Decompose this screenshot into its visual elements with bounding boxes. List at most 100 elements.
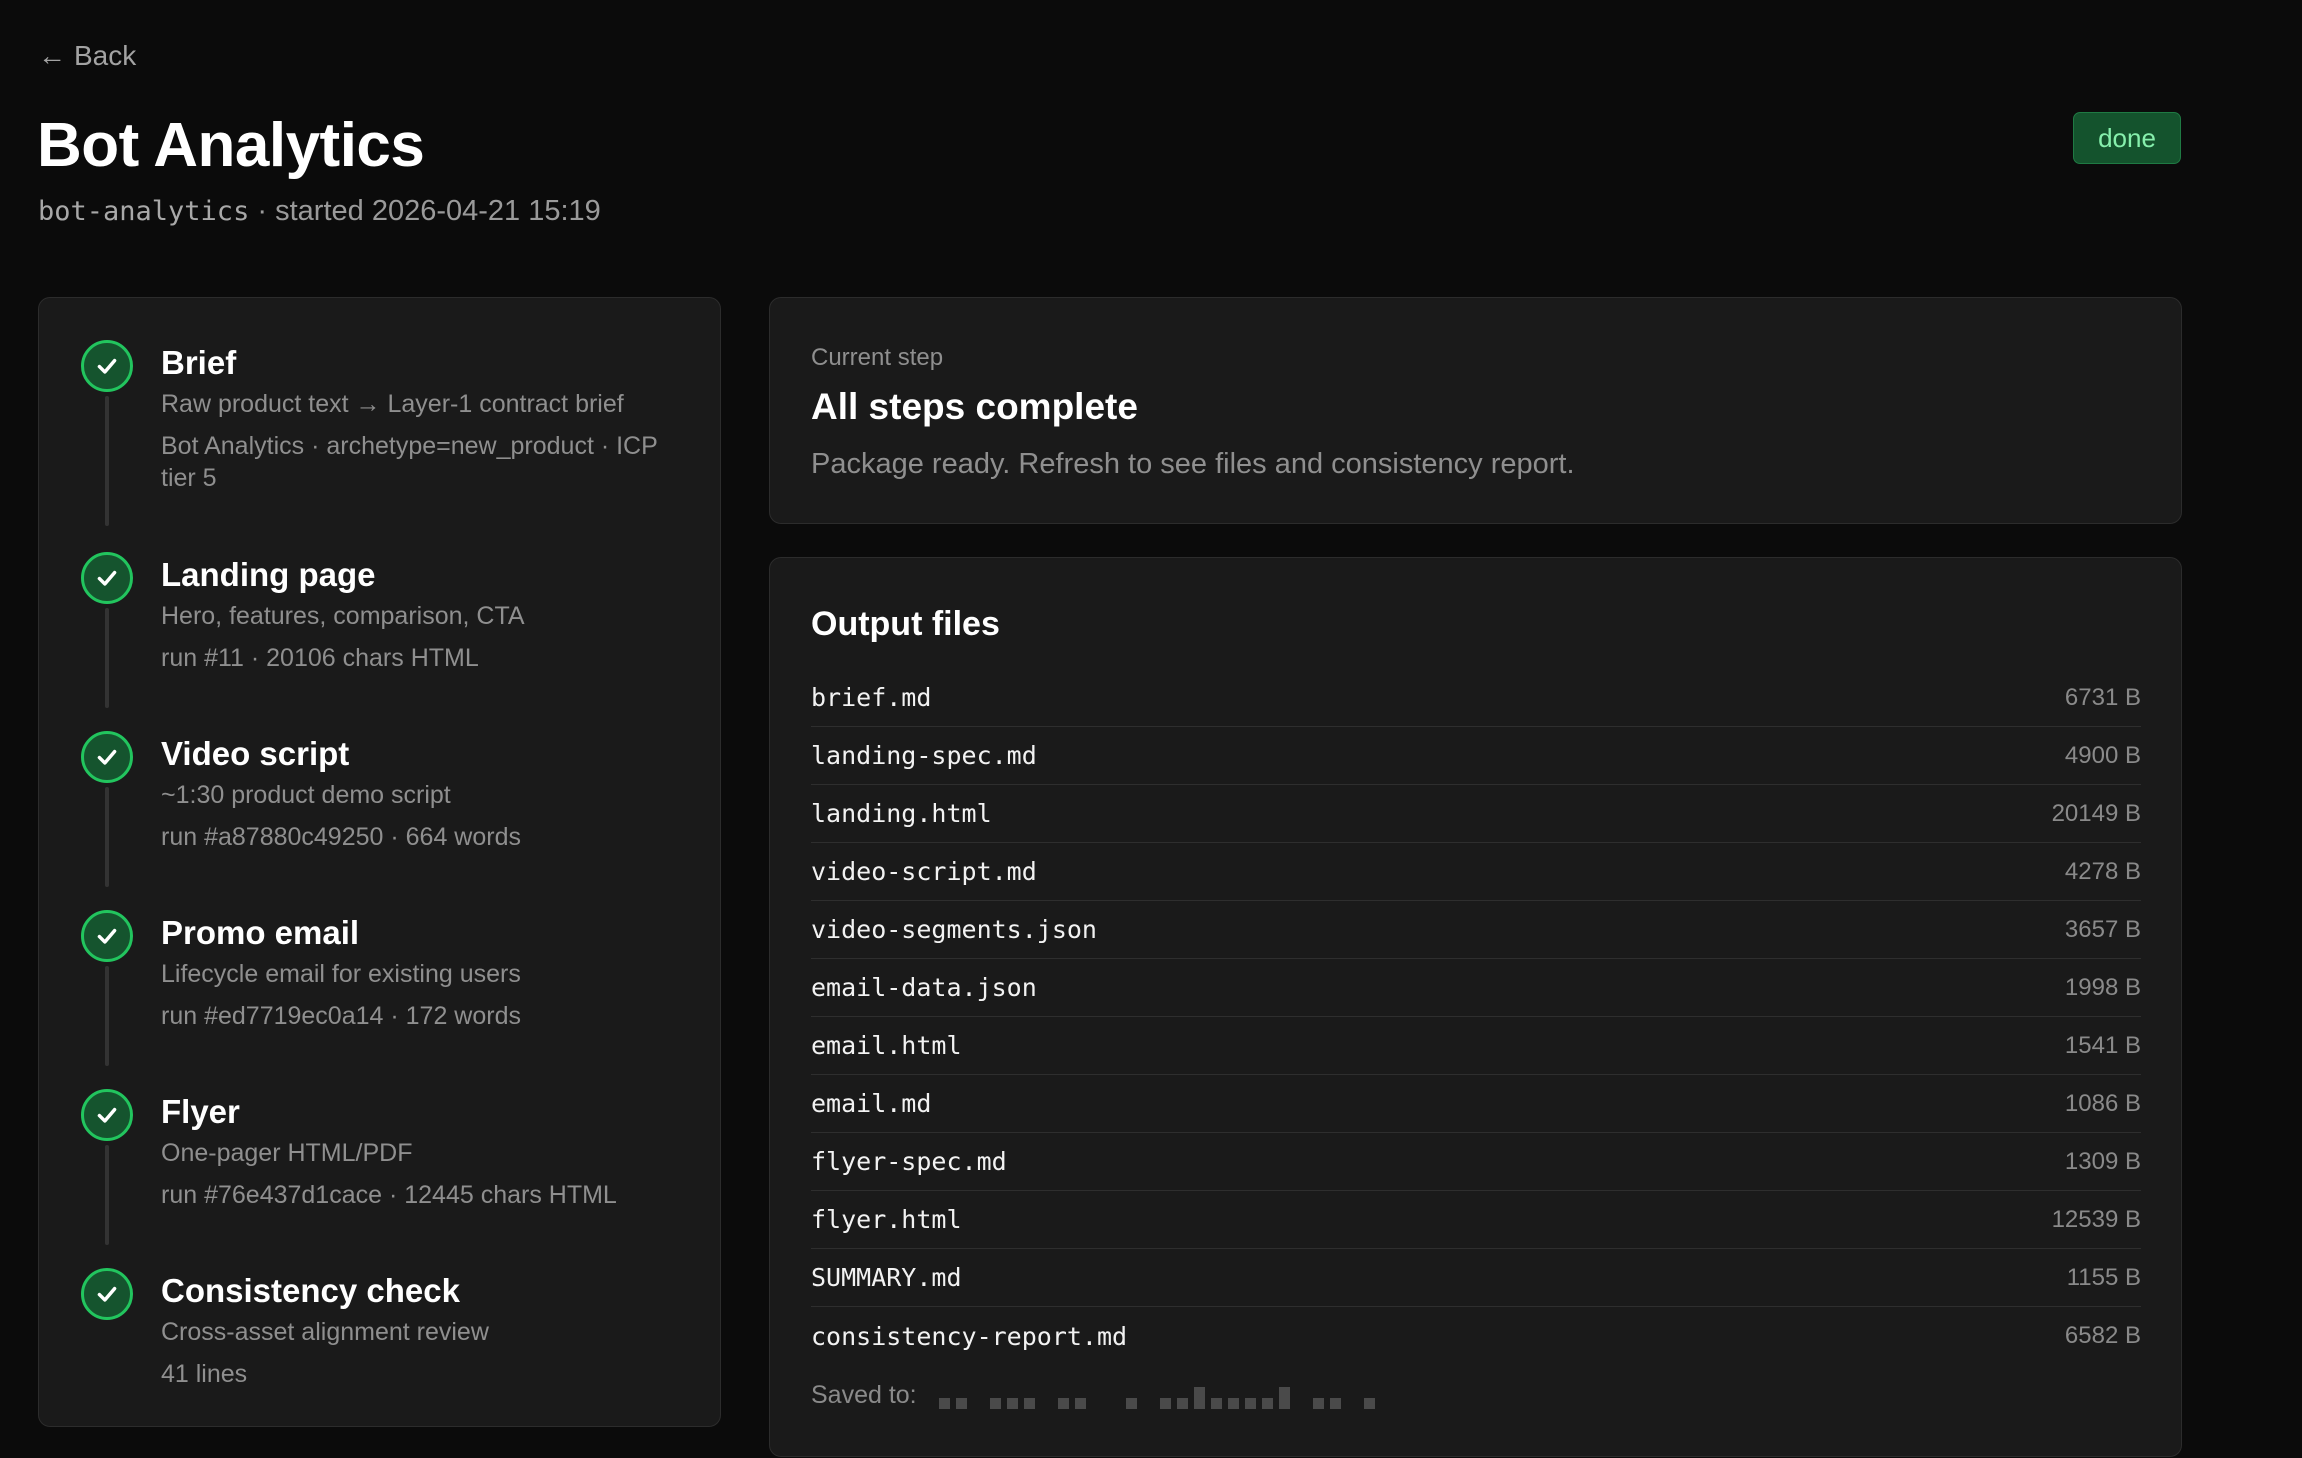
redacted-block xyxy=(1278,1386,1290,1409)
redacted-block xyxy=(1143,1398,1154,1409)
file-size: 4900 B xyxy=(2064,741,2141,769)
page-subtitle: bot-analytics · started 2026-04-21 15:19 xyxy=(38,195,601,228)
step-name: Landing page xyxy=(161,556,376,593)
file-size: 1155 B xyxy=(2066,1263,2141,1291)
redacted-block xyxy=(1092,1398,1103,1409)
check-circle-icon xyxy=(81,910,133,962)
redacted-block xyxy=(1006,1397,1018,1409)
arrow-left-icon: ← xyxy=(38,40,66,71)
saved-to-label: Saved to: xyxy=(811,1381,917,1409)
file-size: 1309 B xyxy=(2064,1147,2141,1175)
file-row[interactable]: consistency-report.md 6582 B xyxy=(811,1307,2141,1365)
redacted-block xyxy=(1227,1397,1239,1409)
step-connector xyxy=(105,608,109,708)
redacted-path xyxy=(938,1383,1375,1409)
check-circle-icon xyxy=(81,552,133,604)
step-connector xyxy=(105,396,109,526)
back-label: Back xyxy=(74,40,137,71)
step-meta: Bot Analytics · archetype=new_product · … xyxy=(161,432,658,492)
file-name: consistency-report.md xyxy=(811,1321,1128,1351)
file-size: 1541 B xyxy=(2064,1031,2141,1059)
file-name: SUMMARY.md xyxy=(811,1263,962,1292)
step-connector xyxy=(105,787,109,887)
status-badge: done xyxy=(2073,112,2181,164)
output-files-heading: Output files xyxy=(811,605,1000,643)
file-size: 6582 B xyxy=(2064,1322,2141,1349)
redacted-block xyxy=(1176,1397,1188,1409)
file-name: landing-spec.md xyxy=(811,741,1037,770)
check-circle-icon xyxy=(81,731,133,783)
current-step-label: Current step xyxy=(811,344,944,371)
redacted-block xyxy=(1041,1398,1052,1409)
output-files-card: Output files brief.md 6731 B landing-spec.… xyxy=(769,557,2182,1457)
file-name: email.html xyxy=(811,1031,962,1060)
check-circle-icon xyxy=(81,1089,133,1141)
step-connector xyxy=(105,966,109,1066)
redacted-block xyxy=(938,1397,950,1409)
step-description: Raw product text → Layer-1 contract brie… xyxy=(161,390,624,418)
file-row[interactable]: video-script.md 4278 B xyxy=(811,843,2141,901)
file-row[interactable]: flyer.html 12539 B xyxy=(811,1191,2141,1249)
redacted-block xyxy=(1244,1397,1256,1409)
current-step-card: Current step All steps complete Package … xyxy=(769,297,2182,524)
step-description: Cross-asset alignment review xyxy=(161,1318,489,1346)
file-row[interactable]: email.html 1541 B xyxy=(811,1017,2141,1075)
saved-to: Saved to: xyxy=(811,1381,1375,1410)
project-slug: bot-analytics xyxy=(38,196,250,227)
file-size: 6731 B xyxy=(2064,683,2141,711)
file-size: 4278 B xyxy=(2064,857,2141,885)
redacted-block xyxy=(1109,1398,1120,1409)
file-name: video-script.md xyxy=(811,857,1037,886)
step-meta: run #ed7719ec0a14 · 172 words xyxy=(161,1002,521,1030)
file-row[interactable]: landing-spec.md 4900 B xyxy=(811,727,2141,785)
step-description: Lifecycle email for existing users xyxy=(161,960,521,988)
file-size: 20149 B xyxy=(2051,799,2141,827)
redacted-block xyxy=(1261,1397,1273,1409)
page-title: Bot Analytics xyxy=(37,111,425,180)
redacted-block xyxy=(1347,1398,1358,1409)
redacted-block xyxy=(1296,1398,1307,1409)
check-circle-icon xyxy=(81,340,133,392)
started-timestamp: · started 2026-04-21 15:19 xyxy=(257,195,601,227)
step-name: Video script xyxy=(161,735,350,772)
redacted-block xyxy=(1193,1386,1205,1409)
file-name: email.md xyxy=(811,1089,932,1118)
step-description: ~1:30 product demo script xyxy=(161,781,451,809)
steps-panel: Brief Raw product text → Layer-1 contract… xyxy=(38,297,721,1427)
file-size: 12539 B xyxy=(2051,1205,2141,1233)
current-step-heading: All steps complete xyxy=(811,386,1138,427)
file-size: 3657 B xyxy=(2064,915,2141,943)
file-row[interactable]: video-segments.json 3657 B xyxy=(811,901,2141,959)
file-row[interactable]: brief.md 6731 B xyxy=(811,669,2141,727)
file-row[interactable]: email.md 1086 B xyxy=(811,1075,2141,1133)
step-name: Flyer xyxy=(161,1093,240,1130)
step-connector xyxy=(105,1145,109,1245)
file-name: brief.md xyxy=(811,683,932,712)
redacted-block xyxy=(1210,1397,1222,1409)
step-meta: 41 lines xyxy=(161,1360,248,1388)
current-step-text: Package ready. Refresh to see files and … xyxy=(811,448,1575,480)
step-meta: run #a87880c49250 · 664 words xyxy=(161,823,521,851)
redacted-block xyxy=(955,1397,967,1409)
file-name: email-data.json xyxy=(811,973,1037,1002)
step-description: Hero, features, comparison, CTA xyxy=(161,602,525,630)
file-row[interactable]: flyer-spec.md 1309 B xyxy=(811,1133,2141,1191)
file-row[interactable]: landing.html 20149 B xyxy=(811,785,2141,843)
step-name: Promo email xyxy=(161,914,360,951)
file-name: flyer-spec.md xyxy=(811,1147,1007,1176)
redacted-block xyxy=(1363,1397,1375,1409)
back-link[interactable]: ← Back xyxy=(38,40,136,72)
file-size: 1998 B xyxy=(2064,973,2141,1001)
file-name: landing.html xyxy=(811,799,992,828)
file-name: flyer.html xyxy=(811,1205,962,1234)
redacted-block xyxy=(1074,1397,1086,1409)
file-row[interactable]: email-data.json 1998 B xyxy=(811,959,2141,1017)
file-row[interactable]: SUMMARY.md 1155 B xyxy=(811,1249,2141,1307)
redacted-block xyxy=(1329,1397,1341,1409)
check-circle-icon xyxy=(81,1268,133,1320)
file-size: 1086 B xyxy=(2064,1089,2141,1117)
step-name: Brief xyxy=(161,344,237,381)
file-name: video-segments.json xyxy=(811,915,1097,944)
redacted-block xyxy=(1125,1397,1137,1409)
file-list: brief.md 6731 Blanding-spec.md 4900 Blandi… xyxy=(811,669,2141,1365)
